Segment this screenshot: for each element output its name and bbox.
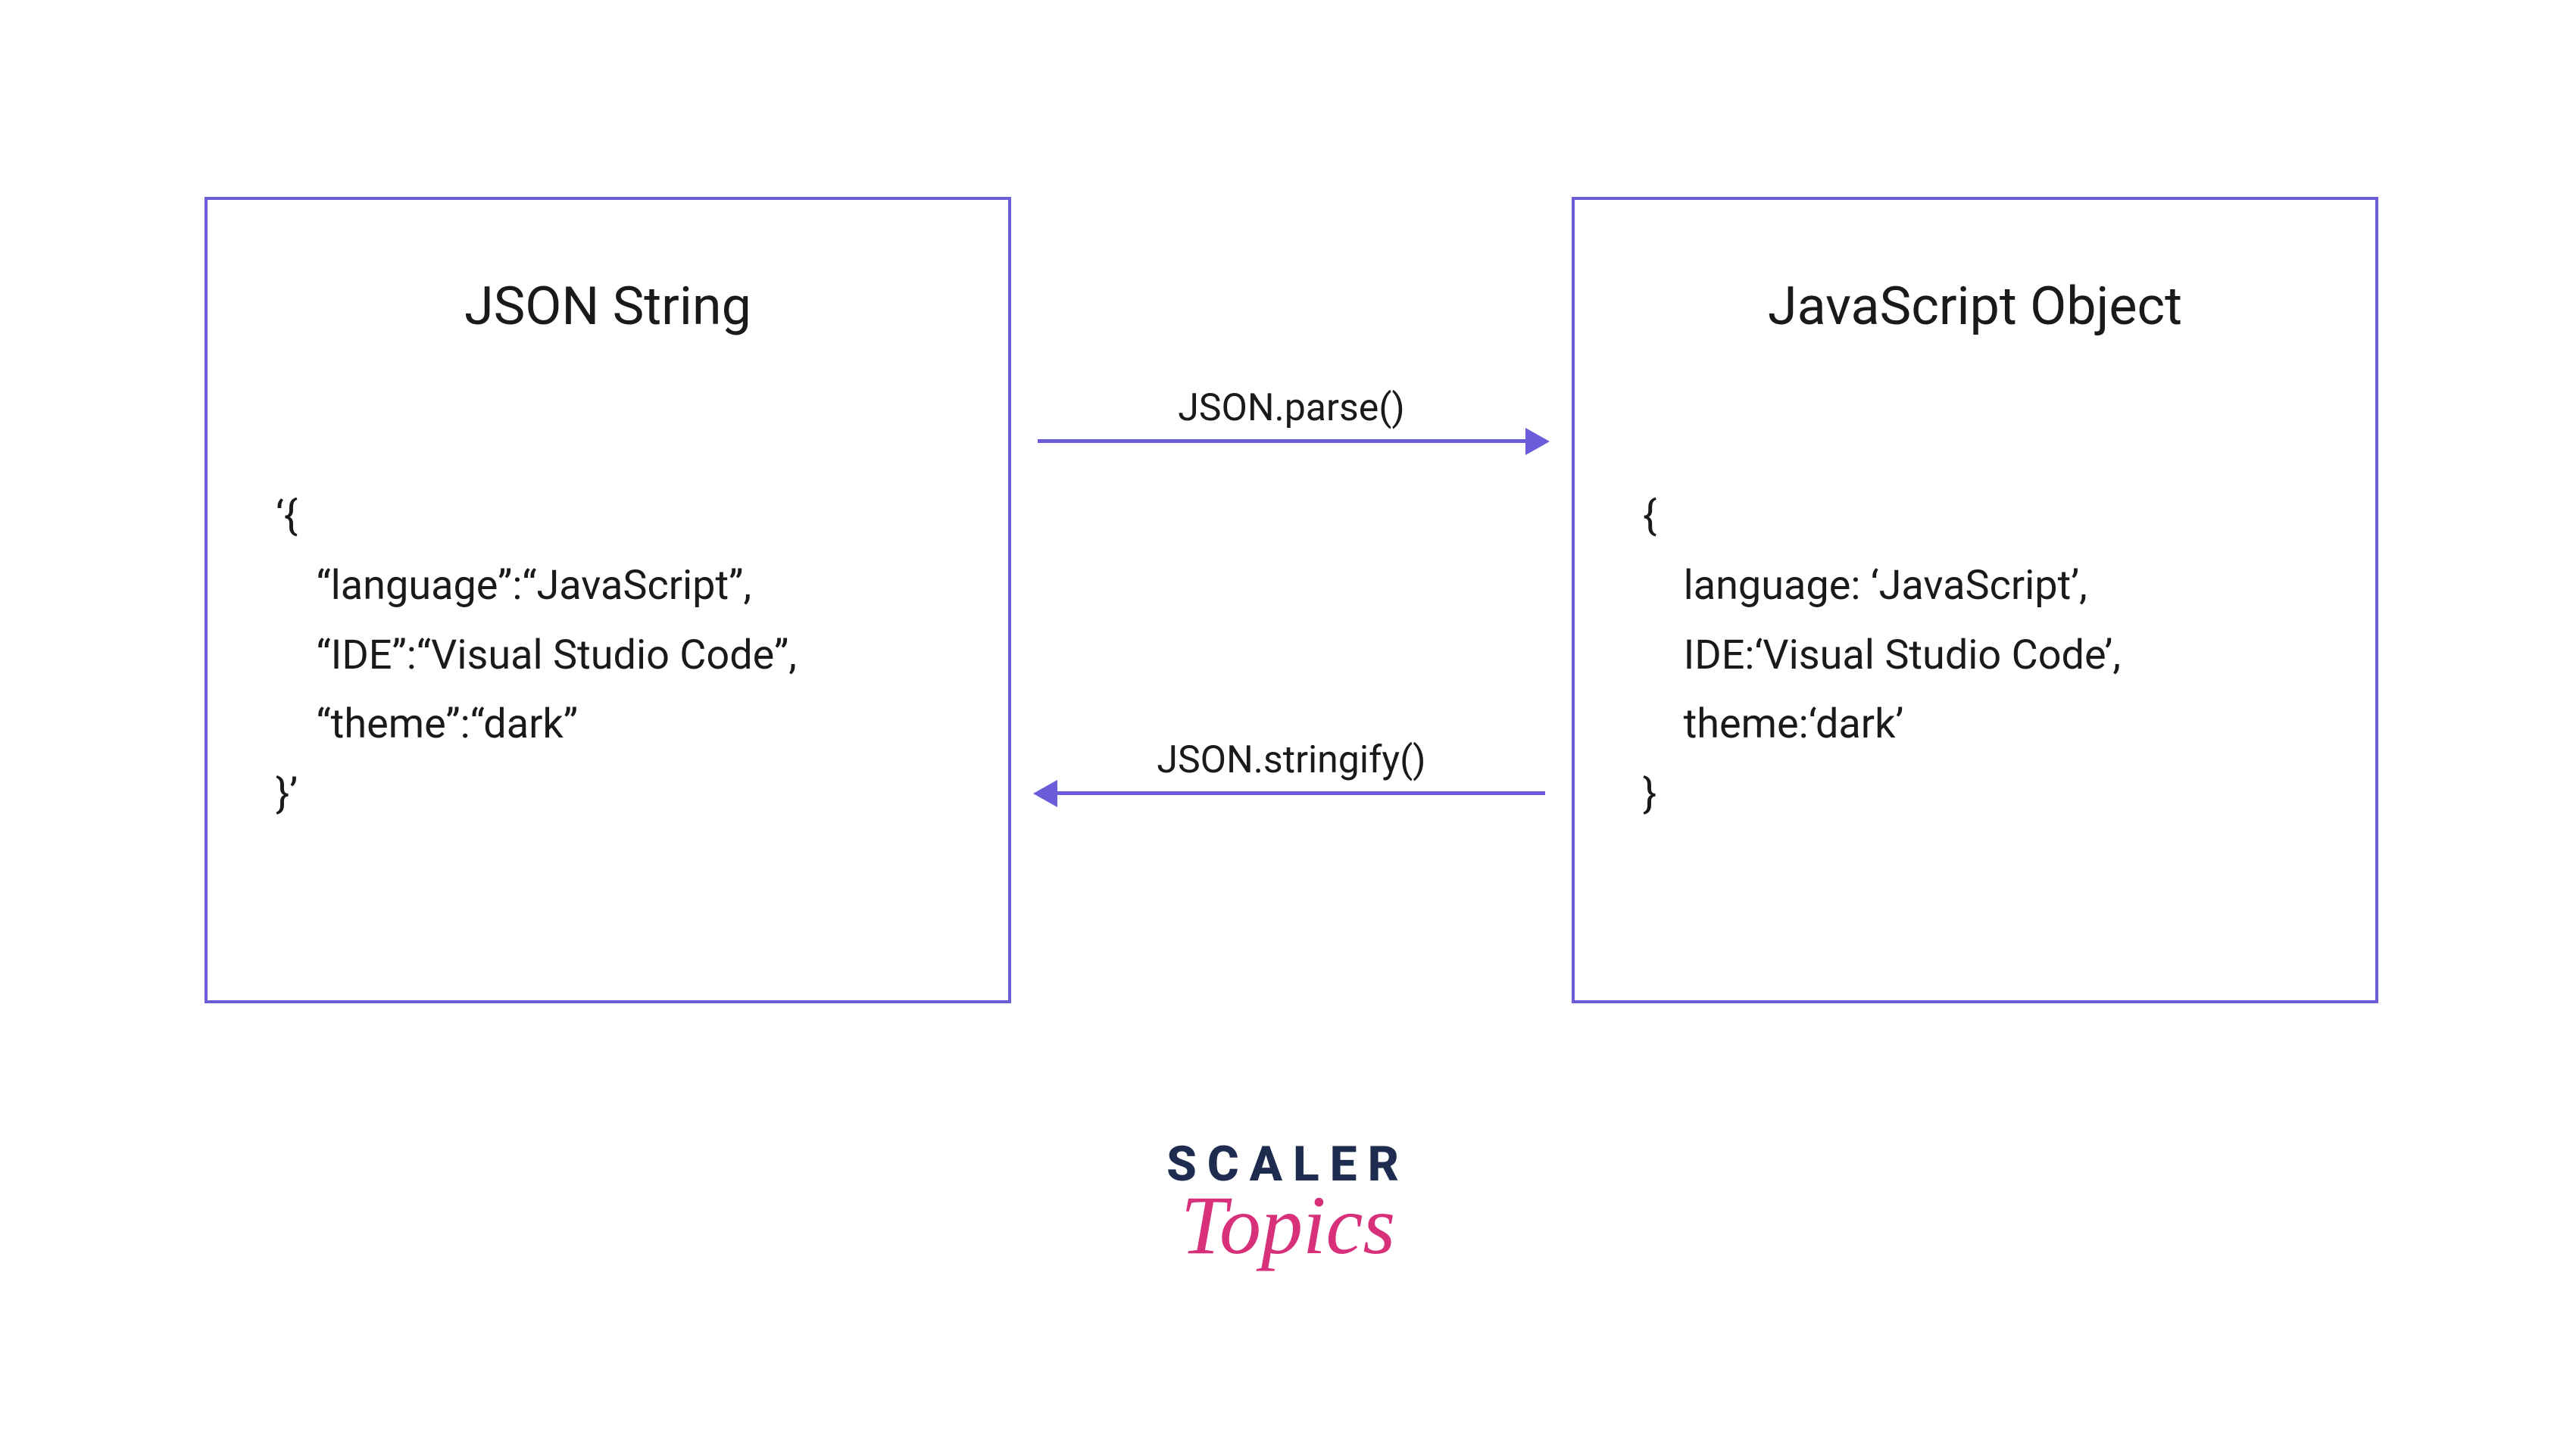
parse-arrow-label: JSON.parse(): [1038, 386, 1545, 430]
arrow-left-icon: [1033, 780, 1057, 807]
parse-arrow: JSON.parse(): [1038, 386, 1545, 443]
javascript-object-code: { language: ‘JavaScript’, IDE:‘Visual St…: [1643, 482, 2307, 829]
stringify-arrow-label: JSON.stringify(): [1038, 738, 1545, 782]
json-string-box: JSON String ‘{ “language”:“JavaScript”, …: [205, 197, 1011, 1003]
arrow-right-icon: [1525, 428, 1550, 455]
javascript-object-title: JavaScript Object: [1643, 276, 2307, 338]
json-string-title: JSON String: [276, 276, 940, 338]
logo-topics-text: Topics: [1166, 1177, 1410, 1274]
diagram-container: JSON String ‘{ “language”:“JavaScript”, …: [205, 197, 2378, 1007]
scaler-topics-logo: SCALER Topics: [1166, 1136, 1410, 1274]
parse-arrow-line: [1038, 439, 1545, 443]
javascript-object-box: JavaScript Object { language: ‘JavaScrip…: [1572, 197, 2378, 1003]
stringify-arrow-line: [1038, 791, 1545, 795]
json-string-code: ‘{ “language”:“JavaScript”, “IDE”:“Visua…: [276, 482, 940, 829]
stringify-arrow: JSON.stringify(): [1038, 738, 1545, 795]
